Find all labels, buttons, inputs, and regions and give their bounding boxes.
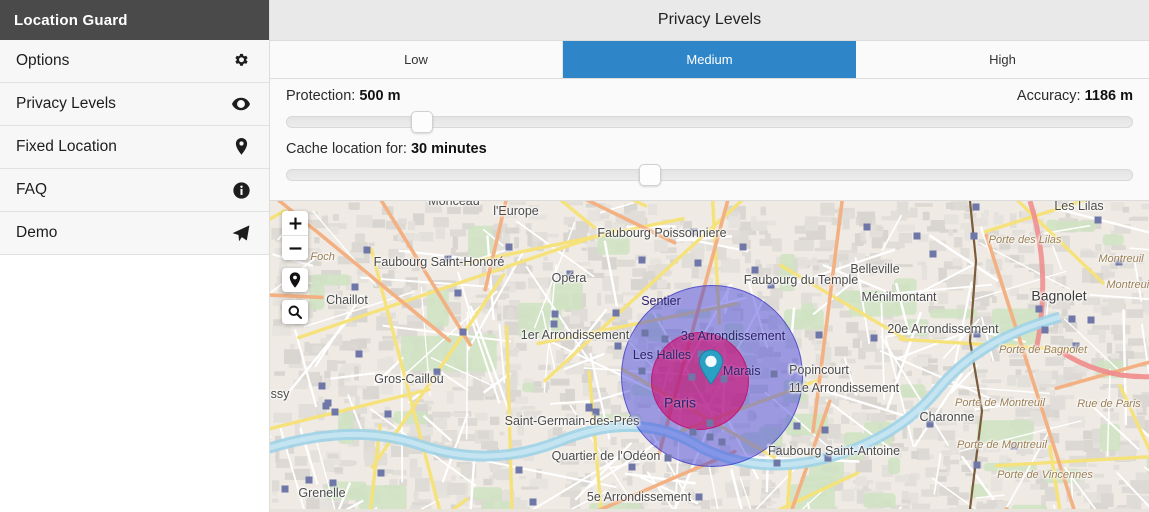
minus-icon xyxy=(289,246,301,250)
accuracy-readout: Accuracy: 1186 m xyxy=(1017,88,1133,104)
zoom-control-group xyxy=(282,211,308,260)
sidebar-item-label: Privacy Levels xyxy=(16,95,116,113)
cache-readout: Cache location for: 30 minutes xyxy=(286,141,487,157)
sidebar-title: Location Guard xyxy=(0,0,269,40)
sidebar-item-demo[interactable]: Demo xyxy=(0,212,269,255)
cache-slider-handle[interactable] xyxy=(639,164,662,186)
cache-slider[interactable] xyxy=(286,164,1133,186)
tab-medium[interactable]: Medium xyxy=(563,41,856,78)
eye-icon xyxy=(231,94,251,114)
map-controls xyxy=(282,211,308,324)
sidebar-empty-area xyxy=(0,255,269,512)
zoom-out-button[interactable] xyxy=(282,235,308,260)
protection-slider[interactable] xyxy=(286,111,1133,133)
protection-label: Protection: xyxy=(286,88,356,104)
search-button[interactable] xyxy=(282,300,308,324)
cache-row: Cache location for: 30 minutes xyxy=(286,141,1133,157)
sidebar-item-fixed-location[interactable]: Fixed Location xyxy=(0,126,269,169)
sidebar-item-label: Options xyxy=(16,52,70,70)
plus-icon xyxy=(289,217,301,229)
sidebar: Location Guard Options Privacy Levels Fixe… xyxy=(0,0,270,512)
cache-label: Cache location for: xyxy=(286,141,407,157)
sidebar-title-text: Location Guard xyxy=(14,11,128,29)
accuracy-value: 1186 m xyxy=(1084,88,1133,104)
sidebar-menu: Options Privacy Levels Fixed Location FAQ De… xyxy=(0,40,269,255)
info-circle-icon xyxy=(231,180,251,200)
controls-section: Protection: 500 m Accuracy: 1186 m Cache… xyxy=(270,79,1149,200)
map-tiles xyxy=(270,201,1149,509)
cache-slider-track[interactable] xyxy=(286,169,1133,181)
map-pin-icon xyxy=(289,272,301,288)
locate-control-group xyxy=(282,268,308,292)
tab-label: High xyxy=(989,52,1016,67)
main-panel: Privacy Levels Low Medium High Protection:… xyxy=(270,0,1149,512)
tab-high[interactable]: High xyxy=(856,41,1149,78)
tab-label: Low xyxy=(404,52,428,67)
protection-slider-handle[interactable] xyxy=(410,111,433,133)
map-view[interactable]: Monceau l'Europe Faubourg Poissonniere Les … xyxy=(270,200,1149,512)
locate-button[interactable] xyxy=(282,268,308,292)
sidebar-item-label: FAQ xyxy=(16,181,48,199)
sidebar-item-label: Fixed Location xyxy=(16,138,117,156)
protection-row: Protection: 500 m Accuracy: 1186 m xyxy=(286,88,1133,104)
tab-low[interactable]: Low xyxy=(270,41,563,78)
protection-value: 500 m xyxy=(359,88,401,104)
paper-plane-icon xyxy=(231,223,251,243)
sidebar-item-label: Demo xyxy=(16,224,58,242)
accuracy-label: Accuracy: xyxy=(1016,88,1081,104)
page-title: Privacy Levels xyxy=(270,0,1149,41)
zoom-in-button[interactable] xyxy=(282,211,308,235)
sidebar-item-privacy-levels[interactable]: Privacy Levels xyxy=(0,83,269,126)
protection-readout: Protection: 500 m xyxy=(286,88,400,104)
sidebar-item-faq[interactable]: FAQ xyxy=(0,169,269,212)
privacy-level-tabs: Low Medium High xyxy=(270,41,1149,79)
gear-icon xyxy=(231,51,251,71)
search-icon xyxy=(288,305,302,319)
map-pin-icon xyxy=(231,137,251,157)
location-guard-window: Location Guard Options Privacy Levels Fixe… xyxy=(0,0,1149,512)
page-title-text: Privacy Levels xyxy=(657,11,762,28)
sidebar-item-options[interactable]: Options xyxy=(0,40,269,83)
tab-label: Medium xyxy=(686,52,733,67)
search-control-group xyxy=(282,300,308,324)
cache-value: 30 minutes xyxy=(410,141,487,157)
